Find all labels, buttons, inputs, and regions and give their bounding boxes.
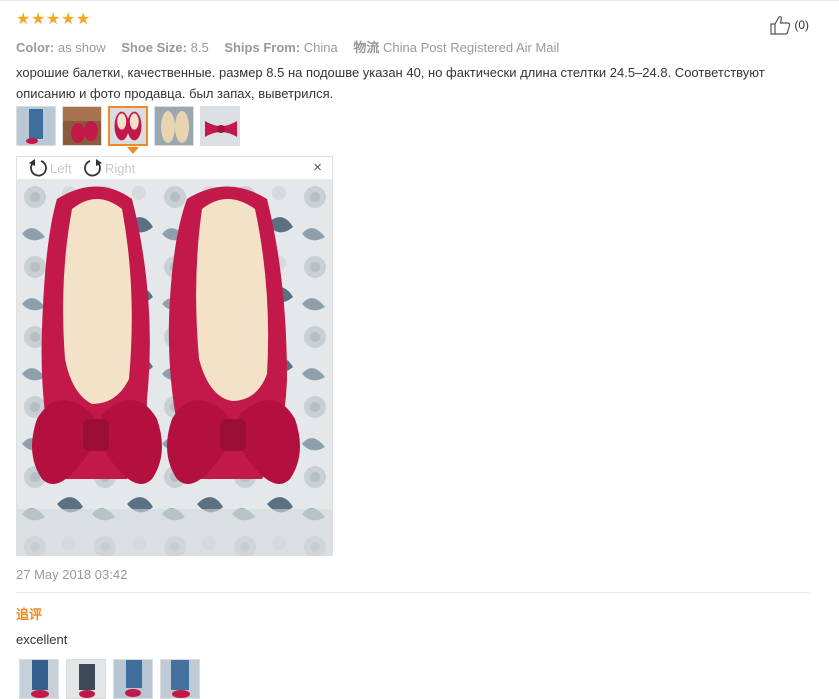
followup-thumbnail[interactable] — [19, 659, 59, 699]
order-attributes: Color: as show Shoe Size: 8.5 Ships From… — [16, 37, 559, 56]
review-thumbnails — [16, 106, 240, 146]
review-date: 27 May 2018 03:42 — [16, 567, 128, 582]
rotate-left-label: Left — [50, 160, 72, 176]
star-icon: ★ — [16, 11, 31, 28]
attr-label-logistics: 物流 — [353, 40, 380, 55]
review-photo — [17, 179, 332, 556]
review-thumbnail-active[interactable] — [108, 106, 148, 146]
attr-label-ships-from: Ships From: — [224, 40, 301, 55]
attr-value-color: as show — [57, 40, 106, 55]
followup-thumbnail[interactable] — [113, 659, 153, 699]
followup-text: excellent — [16, 632, 68, 647]
rotate-left-icon — [29, 159, 47, 177]
helpful-count: (0) — [794, 18, 809, 32]
close-icon[interactable]: × — [313, 160, 322, 176]
followup-thumbnail[interactable] — [66, 659, 106, 699]
attr-value-ships-from: China — [303, 40, 338, 55]
star-icon: ★ — [61, 11, 76, 28]
image-viewer: Left Right × — [16, 156, 333, 556]
attr-label-color: Color: — [16, 40, 55, 55]
review-text: хорошие балетки, качественные. размер 8.… — [16, 65, 765, 101]
review-thumbnail[interactable] — [16, 106, 56, 146]
rating-stars: ★ ★ ★ ★ ★ — [16, 11, 91, 28]
followup-divider — [16, 592, 809, 593]
followup-thumbnail[interactable] — [160, 659, 200, 699]
star-icon: ★ — [46, 11, 61, 28]
attr-value-logistics: China Post Registered Air Mail — [383, 40, 560, 55]
viewer-toolbar: Left Right × — [17, 157, 332, 179]
star-icon: ★ — [31, 11, 46, 28]
review-thumbnail[interactable] — [62, 106, 102, 146]
attr-value-shoe-size: 8.5 — [190, 40, 209, 55]
rotate-right-label: Right — [105, 160, 136, 176]
review-thumbnail[interactable] — [154, 106, 194, 146]
star-icon: ★ — [76, 11, 91, 28]
followup-heading: 追评 — [16, 607, 43, 622]
review-thumbnail[interactable] — [200, 106, 240, 146]
followup-thumbnails — [19, 659, 200, 699]
thumbs-up-icon[interactable] — [770, 15, 792, 35]
top-divider — [0, 0, 839, 1]
rotate-left-button[interactable]: Left — [27, 158, 72, 178]
helpful-button[interactable]: (0) — [770, 15, 809, 35]
rotate-right-icon — [84, 159, 102, 177]
rotate-right-button[interactable]: Right — [82, 158, 135, 178]
active-thumbnail-pointer — [127, 147, 139, 154]
attr-label-shoe-size: Shoe Size: — [121, 40, 187, 55]
